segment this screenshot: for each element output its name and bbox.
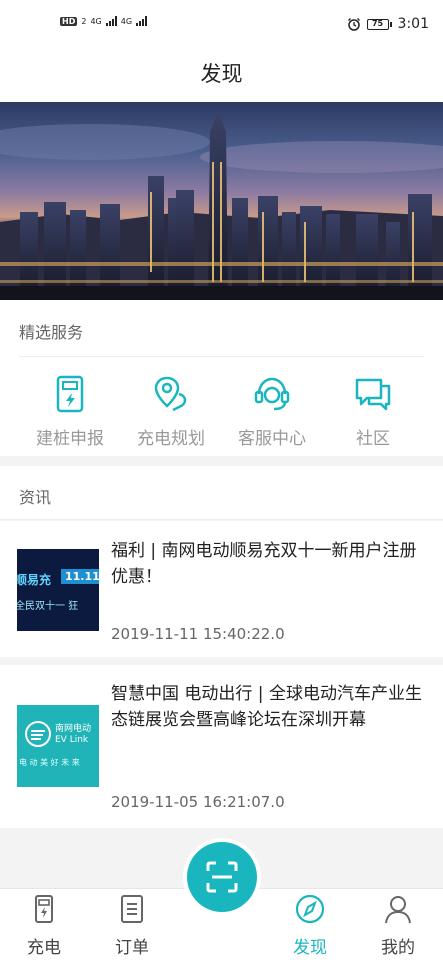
headset-icon [254, 377, 290, 411]
news-headline: 福利 | 南网电动顺易充双十一新用户注册优惠！ [111, 541, 417, 587]
charging-pile-icon [56, 375, 84, 413]
news-header: 资讯 [0, 466, 443, 520]
compass-icon [295, 894, 325, 924]
network-type-2: 4G [120, 16, 133, 26]
network-type-1: 4G [90, 16, 102, 26]
chat-bubbles-icon [355, 378, 391, 411]
status-right: 75 3:01 [347, 16, 429, 32]
city-skyline-banner[interactable] [0, 102, 443, 300]
sim-slot: 2 [81, 16, 87, 26]
charger-icon [35, 895, 53, 923]
person-icon [385, 896, 411, 924]
evlink-logo-icon [25, 721, 51, 747]
status-bar: HD 2 4G 4G 75 3:01 [0, 0, 443, 52]
services-title: 精选服务 [19, 323, 84, 342]
news-thumbnail: 顺易充 11.11 全民双十一 狂 [17, 549, 99, 631]
tab-label: 订单 [115, 938, 149, 958]
news-date: 2019-11-11 15:40:22.0 [111, 625, 285, 643]
news-headline: 智慧中国 电动出行 | 全球电动汽车产业生态链展览会暨高峰论坛在深圳开幕 [111, 684, 422, 730]
discover-screen: HD 2 4G 4G 75 3:01 发现 精选服务 建桩申报 充电规划 客服中… [0, 0, 443, 960]
scan-icon [206, 861, 238, 893]
hd-badge: HD [60, 16, 78, 26]
service-label: 社区 [356, 429, 390, 449]
news-item[interactable]: 南网电动 EV Link 电 动 美 好 未 来 智慧中国 电动出行 | 全球电… [0, 665, 443, 828]
service-community[interactable]: 社区 [328, 374, 418, 449]
service-label: 建桩申报 [36, 429, 104, 449]
service-pile-application[interactable]: 建桩申报 [25, 374, 115, 449]
title-bar: 发现 [0, 52, 443, 102]
alarm-icon [347, 18, 360, 31]
signal-bars-icon [105, 16, 117, 26]
service-label: 客服中心 [238, 429, 306, 449]
clock: 3:01 [397, 16, 429, 32]
tab-orders[interactable]: 订单 [102, 893, 162, 958]
divider [19, 356, 424, 357]
page-title: 发现 [200, 62, 243, 86]
news-title: 资讯 [19, 488, 52, 507]
news-item[interactable]: 顺易充 11.11 全民双十一 狂 福利 | 南网电动顺易充双十一新用户注册优惠… [0, 521, 443, 657]
signal-bars-icon-2 [136, 16, 148, 26]
service-charging-plan[interactable]: 充电规划 [126, 374, 216, 449]
service-customer-center[interactable]: 客服中心 [227, 374, 317, 449]
scan-button[interactable] [187, 842, 257, 912]
tab-label: 充电 [27, 938, 61, 958]
order-list-icon [121, 895, 143, 923]
tab-label: 发现 [293, 938, 327, 958]
tab-label: 我的 [381, 938, 415, 958]
news-thumbnail: 南网电动 EV Link 电 动 美 好 未 来 [17, 705, 99, 787]
signal-group: HD 2 4G 4G [60, 16, 148, 26]
battery-icon: 75 [366, 18, 392, 30]
tab-charge[interactable]: 充电 [14, 893, 74, 958]
service-label: 充电规划 [137, 429, 205, 449]
tab-mine[interactable]: 我的 [368, 893, 428, 958]
tab-discover[interactable]: 发现 [280, 893, 340, 958]
skyline-illustration [0, 112, 443, 300]
news-date: 2019-11-05 16:21:07.0 [111, 793, 285, 811]
featured-services: 精选服务 建桩申报 充电规划 客服中心 社区 [0, 300, 443, 456]
route-pin-icon [154, 376, 187, 412]
